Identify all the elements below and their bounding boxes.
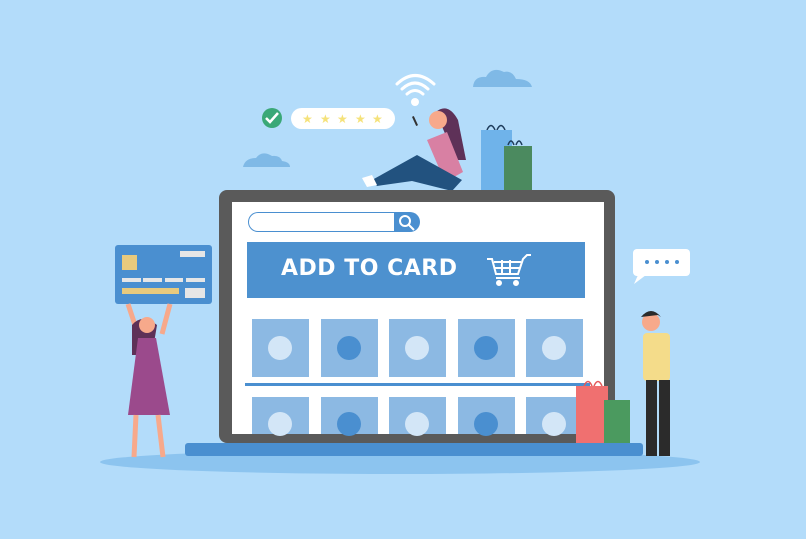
cap-icon bbox=[405, 412, 429, 436]
headphones-icon bbox=[268, 336, 292, 360]
shopping-bag-icon bbox=[481, 124, 532, 191]
svg-text:★: ★ bbox=[372, 112, 383, 126]
svg-text:★: ★ bbox=[355, 112, 366, 126]
svg-text:★: ★ bbox=[302, 112, 313, 126]
woman-standing-figure bbox=[125, 303, 173, 458]
dress-icon bbox=[474, 336, 498, 360]
search-input[interactable] bbox=[248, 212, 395, 232]
backpack-icon bbox=[542, 412, 566, 436]
sneaker-icon bbox=[268, 412, 292, 436]
check-icon bbox=[262, 108, 282, 128]
man-standing-figure bbox=[641, 311, 670, 456]
wifi-icon bbox=[395, 74, 436, 106]
high-heel-icon bbox=[337, 412, 361, 436]
search-button[interactable] bbox=[394, 212, 420, 232]
divider bbox=[245, 383, 590, 386]
speech-bubble-icon bbox=[633, 249, 690, 284]
watch-icon bbox=[405, 336, 429, 360]
t-shirt-icon bbox=[542, 336, 566, 360]
credit-card-icon bbox=[115, 245, 212, 304]
svg-text:★: ★ bbox=[337, 112, 348, 126]
camera-icon bbox=[337, 336, 361, 360]
bag-icon bbox=[474, 412, 498, 436]
svg-text:★: ★ bbox=[320, 112, 331, 126]
laptop-base bbox=[185, 443, 643, 456]
banner-label: ADD TO CARD bbox=[281, 256, 458, 281]
rating-pill: ★ ★ ★ ★ ★ bbox=[291, 108, 395, 129]
search-icon bbox=[399, 215, 415, 231]
shopping-bag-icon bbox=[576, 380, 630, 443]
